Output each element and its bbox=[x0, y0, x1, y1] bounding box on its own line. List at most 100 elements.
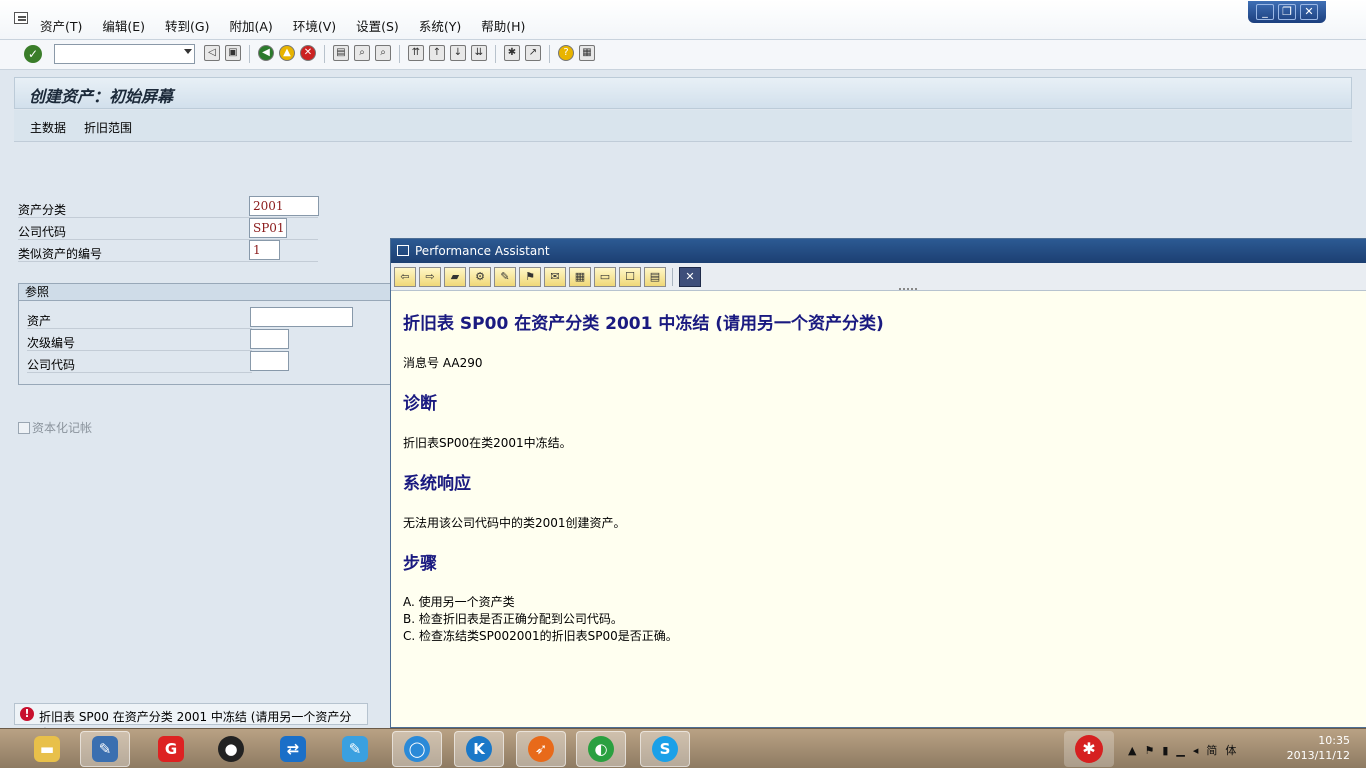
teamviewer-icon: ⇄ bbox=[280, 736, 306, 762]
technical-info-icon[interactable]: ⚙ bbox=[469, 266, 491, 287]
tray-red-app[interactable]: ✱ bbox=[1064, 731, 1114, 767]
volume-icon[interactable]: ◂ bbox=[1193, 744, 1207, 757]
menu-edit[interactable]: 编辑(E) bbox=[102, 16, 145, 35]
system-response-heading: 系统响应 bbox=[403, 474, 471, 494]
toolbar-separator bbox=[249, 45, 250, 63]
info-icon[interactable]: ⚑ bbox=[519, 266, 541, 287]
find-icon[interactable]: ⌕ bbox=[354, 45, 370, 61]
signal-icon[interactable]: ▁ bbox=[1176, 744, 1192, 757]
first-page-icon[interactable]: ⇈ bbox=[408, 45, 424, 61]
capitalization-checkbox[interactable]: 资本化记帐 bbox=[18, 419, 92, 436]
left-arrow-icon[interactable]: ◁ bbox=[204, 45, 220, 61]
book-icon[interactable]: ▰ bbox=[444, 266, 466, 287]
taskbar-teamviewer[interactable]: ⇄ bbox=[268, 731, 318, 767]
forward-arrow-icon[interactable]: ⇨ bbox=[419, 266, 441, 287]
taskbar-360[interactable]: ◐ bbox=[576, 731, 626, 767]
ref-subnumber-label: 次级编号 bbox=[27, 336, 76, 350]
taskbar-explorer[interactable]: ▬ bbox=[22, 731, 72, 767]
save-icon[interactable]: ▣ bbox=[225, 45, 241, 61]
glossary-icon[interactable]: ✉ bbox=[544, 266, 566, 287]
find-next-icon[interactable]: ⌕ bbox=[375, 45, 391, 61]
step-a: A. 使用另一个资产类 bbox=[403, 595, 515, 609]
ref-asset-label: 资产 bbox=[27, 314, 52, 328]
minimize-icon[interactable]: _ bbox=[1256, 4, 1274, 20]
orange-bird-icon: ➶ bbox=[528, 736, 554, 762]
toolbar-separator bbox=[672, 267, 673, 286]
flag-icon[interactable]: ⚑ bbox=[1144, 744, 1162, 757]
cancel-icon[interactable]: ✕ bbox=[300, 45, 316, 61]
layout-menu-icon[interactable]: ▦ bbox=[579, 45, 595, 61]
command-field[interactable] bbox=[54, 44, 195, 64]
diagnosis-heading: 诊断 bbox=[403, 394, 437, 414]
capitalization-label: 资本化记帐 bbox=[32, 421, 93, 435]
checkbox-box[interactable] bbox=[18, 422, 30, 434]
menu-settings[interactable]: 设置(S) bbox=[356, 16, 399, 35]
red-asterisk-icon: ✱ bbox=[1075, 735, 1103, 763]
power-icon[interactable]: ▮ bbox=[1162, 744, 1176, 757]
asset-class-input[interactable]: 2001 bbox=[249, 196, 319, 216]
last-page-icon[interactable]: ⇊ bbox=[471, 45, 487, 61]
restore-icon[interactable]: ❐ bbox=[1278, 4, 1296, 20]
pen-icon: ✎ bbox=[342, 736, 368, 762]
error-icon: ! bbox=[20, 707, 34, 721]
taskbar-skype[interactable]: S bbox=[640, 731, 690, 767]
previous-page-icon[interactable]: ↑ bbox=[429, 45, 445, 61]
help-icon[interactable]: ? bbox=[558, 45, 574, 61]
close-icon[interactable]: ✕ bbox=[679, 266, 701, 287]
depreciation-areas-button[interactable]: 折旧范围 bbox=[84, 119, 132, 136]
main-menu: 资产(T) 编辑(E) 转到(G) 附加(A) 环境(V) 设置(S) 系统(Y… bbox=[40, 16, 545, 35]
assistant-title-bar[interactable]: Performance Assistant bbox=[391, 239, 1366, 263]
shortcut-icon[interactable]: ↗ bbox=[525, 45, 541, 61]
back-icon[interactable]: ◀ bbox=[258, 45, 274, 61]
enter-check-icon[interactable]: ✓ bbox=[24, 45, 42, 63]
master-data-button[interactable]: 主数据 bbox=[30, 119, 66, 136]
ref-subnumber-input[interactable] bbox=[250, 329, 289, 349]
toolbar-separator bbox=[399, 45, 400, 63]
taskbar-orange-app[interactable]: ➶ bbox=[516, 731, 566, 767]
table-icon[interactable]: ▦ bbox=[569, 266, 591, 287]
menu-asset[interactable]: 资产(T) bbox=[40, 16, 82, 35]
folder-icon: ▬ bbox=[34, 736, 60, 762]
clock[interactable]: 10:35 2013/11/12 bbox=[1287, 733, 1350, 763]
ref-company-code-input[interactable] bbox=[250, 351, 289, 371]
procedure-heading: 步骤 bbox=[403, 554, 437, 574]
taskbar-browser[interactable]: ◯ bbox=[392, 731, 442, 767]
resize-grip[interactable] bbox=[899, 288, 917, 291]
back-arrow-icon[interactable]: ⇦ bbox=[394, 266, 416, 287]
taskbar-sap[interactable]: ✎ bbox=[80, 731, 130, 767]
taskbar-notes[interactable]: ✎ bbox=[330, 731, 380, 767]
edit-icon[interactable]: ✎ bbox=[494, 266, 516, 287]
print-icon[interactable]: ▤ bbox=[644, 266, 666, 287]
tray-icons: ▲⚑▮▁◂简体 bbox=[1128, 742, 1244, 758]
chevron-down-icon[interactable] bbox=[184, 49, 192, 54]
window-icon bbox=[397, 245, 409, 256]
tray-expand-icon[interactable]: ▲ bbox=[1128, 744, 1144, 757]
status-bar[interactable]: ! 折旧表 SP00 在资产分类 2001 中冻结 (请用另一个资产分类) bbox=[14, 703, 368, 741]
taskbar-qq[interactable]: ● bbox=[206, 731, 256, 767]
note-icon[interactable]: ▭ bbox=[594, 266, 616, 287]
sap-logon-icon: ✎ bbox=[92, 736, 118, 762]
new-session-icon[interactable]: ✱ bbox=[504, 45, 520, 61]
similar-assets-input[interactable]: 1 bbox=[249, 240, 280, 260]
menu-extras[interactable]: 附加(A) bbox=[230, 16, 273, 35]
company-code-label: 公司代码 bbox=[18, 225, 67, 239]
next-page-icon[interactable]: ↓ bbox=[450, 45, 466, 61]
settings-icon[interactable]: ☐ bbox=[619, 266, 641, 287]
close-icon[interactable]: ✕ bbox=[1300, 4, 1318, 20]
taskbar-app-red[interactable]: G bbox=[146, 731, 196, 767]
asset-class-row: 资产分类 2001 bbox=[18, 196, 319, 218]
menu-help[interactable]: 帮助(H) bbox=[481, 16, 525, 35]
window-controls: _ ❐ ✕ bbox=[1248, 1, 1326, 23]
system-menu-icon[interactable] bbox=[14, 12, 28, 24]
menubar: 资产(T) 编辑(E) 转到(G) 附加(A) 环境(V) 设置(S) 系统(Y… bbox=[0, 0, 1366, 40]
menu-environment[interactable]: 环境(V) bbox=[293, 16, 336, 35]
menu-goto[interactable]: 转到(G) bbox=[165, 16, 209, 35]
ime-indicator[interactable]: 简体 bbox=[1206, 744, 1244, 757]
taskbar-k-app[interactable]: K bbox=[454, 731, 504, 767]
ref-company-code-row: 公司代码 bbox=[27, 351, 289, 373]
exit-icon[interactable]: ▲ bbox=[279, 45, 295, 61]
ref-asset-input[interactable] bbox=[250, 307, 353, 327]
menu-system[interactable]: 系统(Y) bbox=[419, 16, 461, 35]
company-code-input[interactable]: SP01 bbox=[249, 218, 287, 238]
print-icon[interactable]: ▤ bbox=[333, 45, 349, 61]
